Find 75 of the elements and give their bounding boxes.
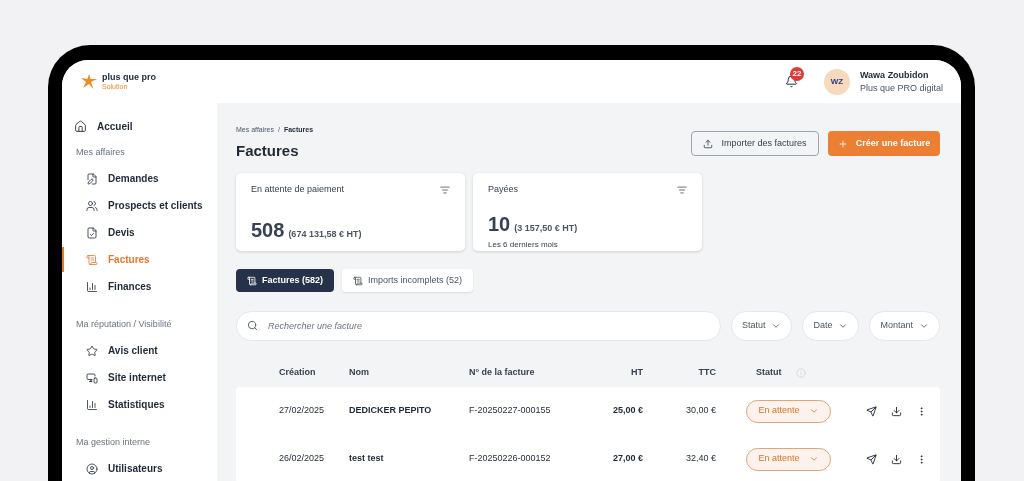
scroll-icon: [86, 253, 98, 266]
send-icon[interactable]: [866, 405, 877, 417]
document-pen-icon: [86, 172, 98, 185]
card-amount: (3 157,50 € HT): [514, 221, 578, 235]
page-title: Factures: [236, 140, 300, 161]
table-cell-text: 32,40 €: [684, 452, 716, 466]
document-icon: [353, 275, 364, 286]
column-header: HT: [631, 367, 643, 378]
sidebar-item[interactable]: Devis: [86, 225, 135, 240]
search-field[interactable]: Rechercher une facture: [236, 311, 721, 341]
filter-dropdown[interactable]: Statut: [730, 311, 793, 341]
filter-dropdown[interactable]: Date: [802, 311, 860, 341]
people-icon: [86, 199, 98, 212]
chevron-down-icon: [838, 321, 849, 331]
screen-icon: [86, 371, 98, 384]
sidebar-item[interactable]: Utilisateurs: [86, 461, 163, 476]
column-header: TTC: [698, 367, 716, 378]
table-cell-text: 25,00 €: [611, 404, 643, 418]
chevron-down-icon: [771, 321, 782, 331]
card-note: Les 6 derniers mois: [488, 238, 559, 251]
brand-name: plus que pro: [102, 72, 156, 82]
tab[interactable]: Imports incomplets (52): [342, 269, 474, 292]
import-button[interactable]: Importer des factures: [691, 131, 819, 156]
upload-icon: [703, 138, 714, 149]
card-amount: (674 131,58 € HT): [288, 227, 362, 241]
chevron-down-icon: [808, 454, 819, 464]
sidebar-item[interactable]: Avis client: [86, 343, 158, 358]
table-cell-text: 27,00 €: [611, 452, 643, 466]
home-icon: [74, 120, 87, 133]
sidebar-item[interactable]: Accueil: [74, 119, 133, 134]
tab[interactable]: Factures (582): [236, 269, 335, 292]
sidebar-section-title: Ma gestion interne: [76, 435, 152, 449]
table-cell-text: 30,00 €: [684, 404, 716, 418]
table-cell-text: 27/02/2025: [279, 404, 326, 418]
active-indicator: [62, 247, 64, 272]
notification-badge: 22: [789, 67, 804, 81]
search-icon: [247, 320, 258, 331]
column-header: Nom: [349, 367, 369, 378]
sidebar-section-title: Mes affaires: [76, 145, 126, 159]
sidebar-section-title: Ma réputation / Visibilité: [76, 317, 173, 331]
user-company: Plus que PRO digital: [859, 81, 943, 95]
table-cell-text: 26/02/2025: [279, 452, 326, 466]
user-name: Wawa Zoubidon: [859, 68, 930, 82]
card-count: 508: [251, 217, 285, 243]
column-header: Création: [279, 367, 316, 378]
document-icon: [247, 275, 257, 286]
column-header: Statut: [756, 366, 782, 380]
card-title: En attente de paiement: [251, 183, 345, 196]
sidebar-item[interactable]: Finances: [86, 279, 152, 294]
table-cell-text: test test: [349, 452, 385, 466]
plus-icon: [837, 138, 848, 149]
table-cell-text: F-20250227-000155: [469, 404, 552, 418]
user-circle-icon: [86, 462, 98, 475]
chevron-down-icon: [808, 406, 819, 416]
download-icon[interactable]: [891, 453, 902, 465]
card-count: 10: [488, 211, 511, 237]
column-header: N° de la facture: [469, 367, 535, 378]
table-cell-text: DEDICKER PEPITO: [349, 404, 433, 418]
sidebar-item[interactable]: Statistiques: [86, 397, 165, 412]
send-icon[interactable]: [866, 453, 877, 465]
bell-icon[interactable]: [784, 75, 798, 88]
chevron-down-icon: [919, 321, 929, 331]
card-title: Payées: [488, 183, 519, 196]
chart-icon: [86, 398, 98, 411]
filter-dropdown[interactable]: Montant: [869, 311, 940, 341]
document-icon: [86, 226, 98, 239]
star-icon: [86, 344, 98, 357]
sidebar-item[interactable]: Prospects et clients: [86, 198, 203, 213]
star-logo-icon: [80, 73, 98, 90]
download-icon[interactable]: [891, 405, 902, 417]
sidebar-item[interactable]: Site internet: [86, 370, 166, 385]
sidebar-item[interactable]: Demandes: [86, 171, 159, 186]
table-cell-text: F-20250226-000152: [469, 452, 552, 466]
bar-chart-icon: [86, 280, 98, 293]
user-avatar[interactable]: WZ: [823, 68, 850, 95]
